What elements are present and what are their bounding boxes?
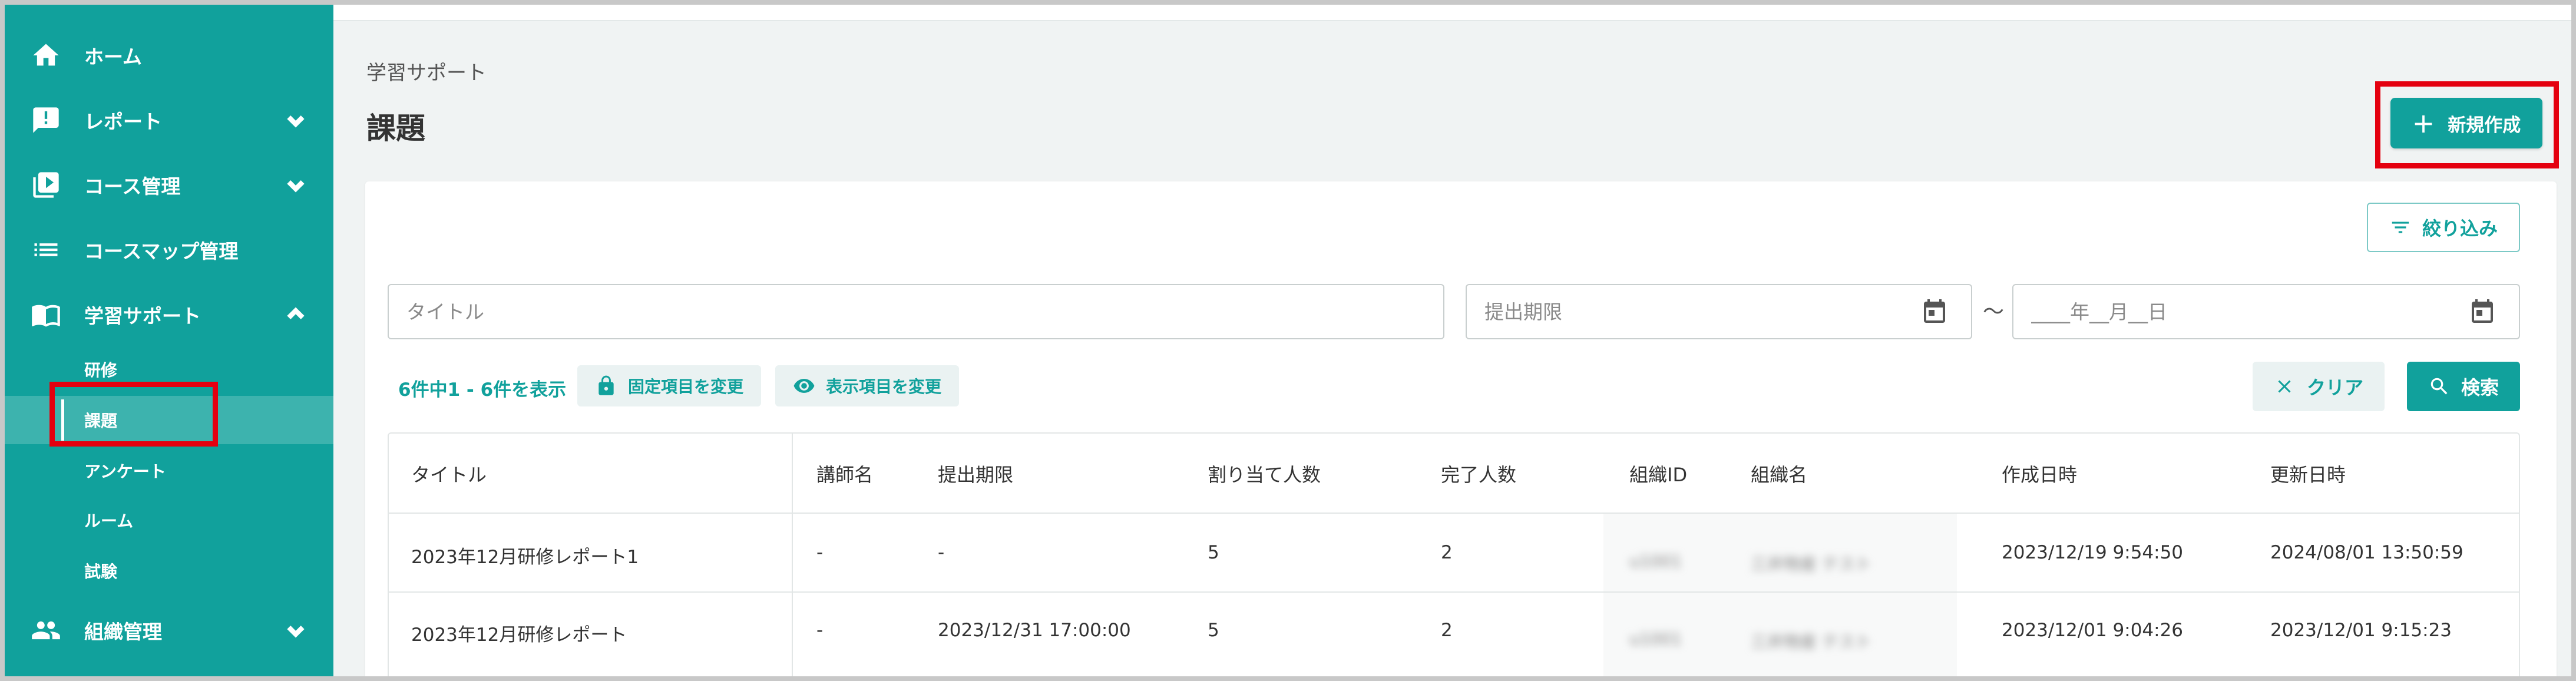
sidebar: ホーム レポート コース管理 コースマップ管理 学習サポート 研修 課題 アンケ…: [5, 5, 333, 676]
book-icon: [29, 298, 62, 331]
sidebar-item-organization[interactable]: 組織管理: [5, 603, 333, 657]
deadline-to-field[interactable]: [2012, 284, 2520, 339]
sidebar-subitem-label: ルーム: [84, 511, 134, 531]
title-search-field[interactable]: [388, 284, 1444, 339]
title-search-input[interactable]: [389, 300, 1443, 323]
cell-updated-at: 2024/08/01 13:50:59: [2270, 542, 2463, 563]
report-alert-icon: [29, 104, 62, 137]
cell-completed-count: 2: [1441, 620, 1453, 641]
eye-icon: [793, 379, 815, 393]
chevron-down-icon[interactable]: [284, 173, 307, 197]
sidebar-subitem-assignment[interactable]: 課題: [5, 396, 333, 444]
cell-org-name: 三井物産 テスト: [1751, 632, 1871, 652]
sidebar-subitem-exam[interactable]: 試験: [5, 547, 333, 595]
sidebar-item-label: コース管理: [84, 175, 181, 198]
sidebar-item-coursemap[interactable]: コースマップ管理: [5, 223, 333, 277]
people-icon: [29, 614, 62, 647]
filter-button[interactable]: 絞り込み: [2367, 203, 2520, 252]
cell-title[interactable]: 2023年12月研修レポート1: [411, 542, 639, 568]
sidebar-subitem-survey[interactable]: アンケート: [5, 447, 333, 495]
clear-button[interactable]: クリア: [2253, 362, 2385, 411]
plus-icon: +: [2412, 107, 2435, 139]
cell-org-name: 三井物産 テスト: [1751, 554, 1871, 574]
assignment-table: タイトル 講師名 提出期限 割り当て人数 完了人数 組織ID 組織名 作成日時 …: [388, 432, 2520, 681]
list-icon: [29, 233, 62, 266]
filter-icon: [2392, 222, 2409, 233]
cell-created-at: 2023/12/19 9:54:50: [2002, 542, 2184, 563]
sidebar-item-report[interactable]: レポート: [5, 93, 333, 147]
sidebar-item-home[interactable]: ホーム: [5, 28, 333, 82]
row-divider: [389, 591, 2519, 593]
change-display-columns-label: 表示項目を変更: [825, 377, 941, 396]
new-create-label: 新規作成: [2448, 114, 2521, 136]
cell-created-at: 2023/12/01 9:04:26: [2002, 620, 2184, 641]
sidebar-item-label: コースマップ管理: [84, 240, 239, 263]
sidebar-subitem-label: アンケート: [84, 462, 166, 481]
deadline-from-input[interactable]: [1467, 300, 1971, 323]
cell-instructor: -: [816, 620, 824, 641]
lock-icon: [598, 375, 614, 395]
video-library-icon: [29, 168, 62, 201]
cell-title[interactable]: 2023年12月研修レポート: [411, 620, 627, 646]
active-indicator: [61, 399, 64, 441]
column-header-title[interactable]: タイトル: [411, 434, 487, 514]
column-header-assigned-count[interactable]: 割り当て人数: [1208, 434, 1321, 514]
column-header-org-name[interactable]: 組織名: [1751, 434, 1807, 514]
sidebar-item-label: ホーム: [84, 45, 143, 68]
redacted-area: [1603, 513, 1957, 681]
sidebar-subitem-label: 課題: [84, 411, 118, 431]
page-title: 課題: [366, 111, 425, 146]
deadline-from-field[interactable]: [1466, 284, 1972, 339]
home-icon: [29, 39, 62, 72]
cell-assigned-count: 5: [1208, 620, 1219, 641]
new-create-button[interactable]: + 新規作成: [2390, 98, 2542, 148]
chevron-down-icon[interactable]: [284, 619, 307, 642]
sidebar-item-learning-support[interactable]: 学習サポート: [5, 287, 333, 342]
sidebar-item-label: レポート: [84, 110, 162, 133]
sidebar-item-label: 組織管理: [84, 620, 162, 643]
sidebar-item-course[interactable]: コース管理: [5, 158, 333, 212]
sidebar-subitem-label: 研修: [84, 361, 118, 380]
column-header-deadline[interactable]: 提出期限: [938, 434, 1013, 514]
cell-instructor: -: [816, 542, 824, 563]
clear-label: クリア: [2306, 376, 2363, 399]
search-label: 検索: [2461, 376, 2499, 399]
cell-completed-count: 2: [1441, 542, 1453, 563]
column-header-completed-count[interactable]: 完了人数: [1441, 434, 1516, 514]
row-divider: [389, 513, 2519, 514]
cell-org-id: u1001: [1629, 629, 1682, 649]
deadline-to-input[interactable]: [2013, 300, 2519, 323]
search-button[interactable]: 検索: [2407, 362, 2520, 411]
top-bar: [333, 5, 2571, 21]
column-header-org-id[interactable]: 組織ID: [1629, 434, 1687, 514]
breadcrumb: 学習サポート: [366, 61, 487, 85]
filter-label: 絞り込み: [2422, 217, 2498, 240]
cell-updated-at: 2023/12/01 9:15:23: [2270, 620, 2452, 641]
result-count: 6件中1 - 6件を表示: [398, 379, 567, 401]
column-header-created-at[interactable]: 作成日時: [2002, 434, 2077, 514]
column-divider: [792, 434, 793, 681]
change-fixed-columns-label: 固定項目を変更: [627, 377, 743, 396]
chevron-up-icon[interactable]: [284, 303, 307, 326]
sidebar-subitem-room[interactable]: ルーム: [5, 496, 333, 544]
cell-deadline: 2023/12/31 17:00:00: [938, 620, 1131, 641]
change-fixed-columns-button[interactable]: 固定項目を変更: [577, 365, 761, 406]
change-display-columns-button[interactable]: 表示項目を変更: [775, 365, 959, 406]
calendar-icon[interactable]: [1920, 298, 1949, 326]
calendar-icon[interactable]: [2468, 298, 2496, 326]
close-icon: [2278, 380, 2291, 393]
range-separator: ～: [1983, 300, 2005, 324]
column-header-updated-at[interactable]: 更新日時: [2270, 434, 2346, 514]
column-header-instructor[interactable]: 講師名: [816, 434, 873, 514]
cell-assigned-count: 5: [1208, 542, 1219, 563]
chevron-down-icon[interactable]: [284, 108, 307, 132]
cell-org-id: u1001: [1629, 551, 1682, 571]
cell-deadline: -: [938, 542, 945, 563]
sidebar-subitem-training[interactable]: 研修: [5, 345, 333, 394]
sidebar-item-label: 学習サポート: [84, 305, 201, 328]
sidebar-subitem-label: 試験: [84, 562, 118, 581]
search-icon: [2430, 378, 2448, 395]
